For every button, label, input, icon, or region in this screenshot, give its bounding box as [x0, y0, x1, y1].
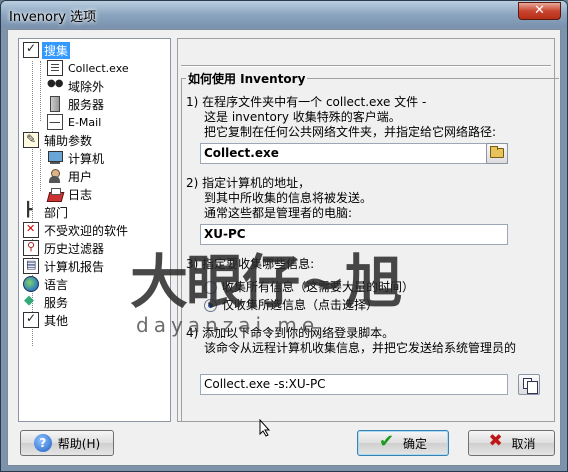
report-icon: [23, 258, 39, 274]
close-button[interactable]: ✕: [518, 2, 561, 20]
mail-icon: [47, 114, 63, 130]
admin-computer-field[interactable]: XU-PC: [200, 224, 508, 245]
radio-collect-all[interactable]: [204, 281, 217, 294]
tree-item-label: 其他: [44, 313, 69, 328]
copy-command-button[interactable]: [518, 374, 540, 395]
client-area: 搜集 Collect.exe 域除外 服务器 E-Mail 辅助参数: [7, 29, 561, 466]
cancel-button-label: 取消: [511, 436, 536, 451]
tree-connector: [40, 149, 41, 191]
tree-item-other[interactable]: 其他: [23, 311, 70, 329]
tree-item-log[interactable]: 日志: [47, 185, 94, 203]
tree-item-user[interactable]: 用户: [47, 167, 94, 185]
checkmark-icon: [379, 431, 397, 452]
mouse-cursor-icon: [259, 419, 271, 437]
copy-icon: [523, 378, 538, 394]
computer-icon: [47, 150, 63, 166]
tree-item-label: 辅助参数: [44, 133, 93, 148]
radio-collect-selected[interactable]: [204, 299, 217, 312]
tree-item-domain-exclude[interactable]: 域除外: [47, 77, 106, 95]
tree-item-label: 域除外: [68, 79, 105, 94]
login-script-command-field[interactable]: Collect.exe -s:XU-PC: [200, 374, 508, 395]
browse-folder-button[interactable]: [486, 143, 508, 164]
tree-item-collect[interactable]: 搜集: [23, 41, 71, 59]
cancel-button[interactable]: 取消: [468, 430, 555, 456]
step2-line2: 到其中所收集的信息将被发送。: [204, 191, 373, 205]
checklist-icon: [23, 41, 39, 58]
tree-item-department[interactable]: 部门: [23, 202, 70, 221]
tree-item-aux-params[interactable]: 辅助参数: [23, 131, 94, 149]
tree-item-history-filter[interactable]: 历史过滤器: [23, 239, 106, 257]
tree-item-computer-report[interactable]: 计算机报告: [23, 257, 106, 275]
group-title: 如何使用 Inventory: [186, 70, 308, 87]
tree-item-computer[interactable]: 计算机: [47, 149, 106, 167]
cancel-x-icon: [487, 431, 505, 452]
other-icon: [23, 311, 39, 328]
service-icon: [23, 293, 39, 310]
tree-item-label: 计算机报告: [44, 259, 105, 274]
tree-item-unwanted-software[interactable]: 不受欢迎的软件: [23, 221, 130, 239]
tree-item-service[interactable]: 服务: [23, 293, 70, 311]
settings-panel: 如何使用 Inventory 1) 在程序文件夹中有一个 collect.exe…: [177, 38, 559, 422]
step1-line1: 1) 在程序文件夹中有一个 collect.exe 文件 -: [186, 95, 427, 109]
ok-button-label: 确定: [402, 436, 427, 451]
title-bar[interactable]: Invenory 选项 ✕: [1, 1, 567, 28]
tree-item-label: 日志: [68, 187, 93, 202]
server-icon: [50, 96, 60, 112]
step1-line3: 把它复制在任何公共网络文件夹，并指定给它网络路径:: [204, 125, 497, 139]
radio-collect-selected-label[interactable]: 仅收集所选信息（点击选择）: [222, 298, 378, 312]
globe-icon: [23, 276, 39, 292]
tree-item-label: E-Mail: [68, 115, 102, 129]
folder-icon: [490, 146, 504, 158]
tree-item-label: 语言: [44, 277, 69, 292]
log-icon: [47, 186, 63, 202]
tree-item-label: 不受欢迎的软件: [44, 223, 129, 238]
help-icon: ?: [33, 434, 52, 452]
binoculars-icon: [47, 78, 63, 94]
tree-item-collect-exe[interactable]: Collect.exe: [47, 59, 131, 77]
help-button[interactable]: ? 帮助(H): [20, 430, 114, 456]
header-divider: [181, 65, 551, 67]
tree-item-label: 服务器: [68, 97, 105, 112]
radio-collect-all-label[interactable]: 收集所有信息（这需要大量的时间）: [222, 280, 414, 294]
blocked-icon: [23, 222, 39, 238]
step2-line1: 2) 指定计算机的地址，: [186, 176, 311, 190]
step4-line2: 该命令从远程计算机收集信息，并把它发送给系统管理员的: [204, 341, 517, 355]
tree-item-label: 计算机: [68, 151, 105, 166]
collect-path-field[interactable]: Collect.exe: [200, 143, 508, 164]
tree-item-label: 部门: [44, 205, 69, 220]
page-icon: [47, 60, 63, 76]
tree-item-label: 历史过滤器: [44, 241, 105, 256]
user-icon: [47, 168, 63, 184]
tree-item-label: 用户: [68, 169, 93, 184]
step3-line: 3) 指定要收集哪些信息:: [186, 257, 315, 271]
window-title: Invenory 选项: [9, 10, 97, 25]
options-tree[interactable]: 搜集 Collect.exe 域除外 服务器 E-Mail 辅助参数: [18, 38, 171, 422]
filter-icon: [23, 240, 39, 256]
tree-item-label: Collect.exe: [68, 61, 129, 75]
step4-line1: 4) 添加以下命令到你的网络登录脚本。: [186, 326, 395, 340]
help-button-label: 帮助(H): [57, 436, 101, 451]
tree-item-label: 搜集: [42, 41, 71, 59]
step1-line2: 这是 inventory 收集特殊的客户端。: [204, 110, 401, 124]
options-window: Invenory 选项 ✕ 搜集 Collect.exe 域除外: [0, 0, 568, 472]
edit-icon: [23, 132, 39, 148]
step2-line3: 通常这些都是管理者的电脑:: [204, 206, 353, 220]
tree-connector: [40, 61, 41, 121]
tree-item-language[interactable]: 语言: [23, 275, 70, 293]
tree-item-server[interactable]: 服务器: [47, 95, 106, 113]
tree-item-email[interactable]: E-Mail: [47, 113, 103, 131]
tree-item-label: 服务: [44, 295, 69, 310]
org-tree-icon: [23, 202, 39, 220]
ok-button[interactable]: 确定: [357, 430, 449, 456]
